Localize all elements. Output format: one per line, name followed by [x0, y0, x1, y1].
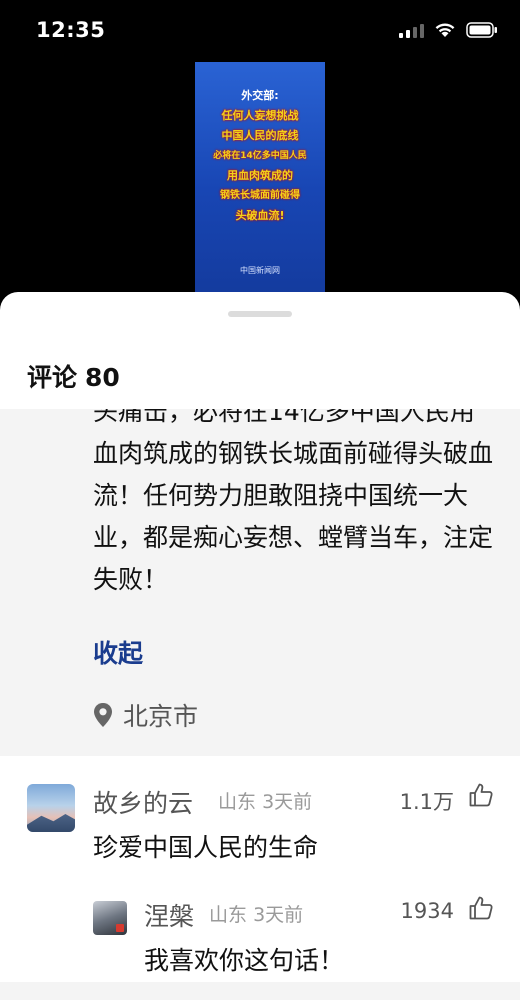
avatar[interactable] [93, 901, 127, 935]
status-bar: 12:35 [0, 0, 520, 62]
expanded-comment: 头痛击，必将在14亿多中国人民用血肉筑成的钢铁长城面前碰得头破血流！任何势力胆敢… [0, 409, 520, 756]
comments-sheet: 评论 80 头痛击，必将在14亿多中国人民用血肉筑成的钢铁长城面前碰得头破血流！任… [0, 292, 520, 1000]
comment-body: 珍爱中国人民的生命 [93, 833, 319, 862]
collapse-link[interactable]: 收起 [93, 634, 143, 670]
poster-text: 外交部: 任何人妄想挑战 中国人民的底线 必将在14亿多中国人民 用血肉筑成的 … [195, 86, 325, 226]
thumbs-up-icon[interactable] [468, 895, 494, 921]
video-area[interactable]: 外交部: 任何人妄想挑战 中国人民的底线 必将在14亿多中国人民 用血肉筑成的 … [0, 62, 520, 302]
comment-author[interactable]: 故乡的云 [93, 784, 193, 820]
like-count: 1934 [400, 899, 454, 923]
comment-time: 3天前 [262, 791, 313, 813]
comment-meta: 山东 3天前 [209, 900, 303, 927]
wifi-icon [434, 22, 456, 38]
comment-region: 山东 [209, 904, 248, 926]
comments-title: 评论 [27, 363, 78, 392]
battery-icon [466, 22, 498, 38]
sheet-footer-divider [0, 982, 520, 1000]
thumbs-up-icon[interactable] [468, 782, 494, 808]
comment-time: 3天前 [253, 904, 304, 926]
like-count: 1.1万 [399, 790, 454, 814]
avatar[interactable] [27, 784, 75, 832]
signal-icon [399, 22, 424, 38]
poster-line: 中国人民的底线 [221, 129, 299, 142]
comments-header: 评论 80 [27, 358, 120, 394]
sheet-grab-handle[interactable] [228, 311, 292, 317]
status-time: 12:35 [36, 18, 106, 42]
poster-line: 头破血流! [235, 209, 285, 222]
location-text: 北京市 [123, 702, 199, 731]
status-icons [399, 22, 498, 38]
poster-line: 用血肉筑成的 [227, 169, 293, 182]
poster-logo: 中国新闻网 [240, 266, 280, 275]
poster-line: 外交部: [241, 89, 279, 102]
comment-author[interactable]: 涅槃 [144, 897, 194, 933]
comment-region: 山东 [218, 791, 257, 813]
poster-line: 必将在14亿多中国人民 [213, 151, 307, 161]
poster-line: 钢铁长城面前碰得 [220, 190, 300, 201]
location: 北京市 [93, 697, 198, 733]
expanded-comment-text: 头痛击，必将在14亿多中国人民用血肉筑成的钢铁长城面前碰得头破血流！任何势力胆敢… [93, 409, 494, 594]
video-poster[interactable]: 外交部: 任何人妄想挑战 中国人民的底线 必将在14亿多中国人民 用血肉筑成的 … [195, 62, 325, 294]
poster-line: 任何人妄想挑战 [221, 109, 299, 122]
comment-body: 我喜欢你这句话！ [144, 946, 345, 975]
comments-count: 80 [85, 363, 120, 392]
comment-meta: 山东 3天前 [218, 787, 312, 814]
location-pin-icon [94, 703, 112, 727]
